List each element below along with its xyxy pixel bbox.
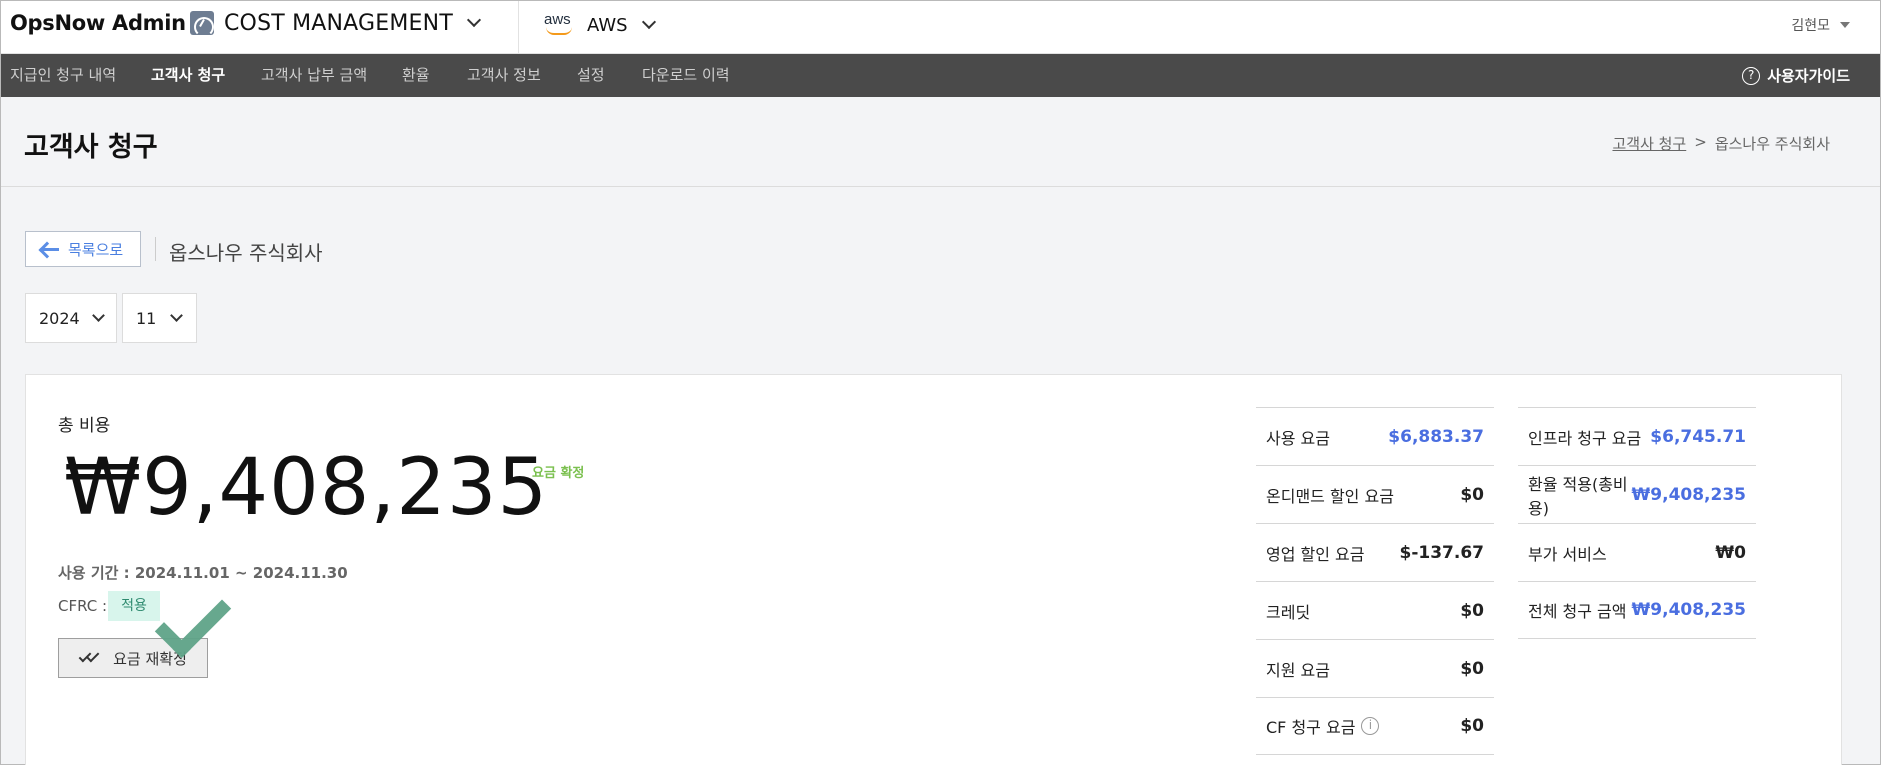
- arrow-left-icon: [40, 241, 60, 257]
- divider: [155, 237, 156, 261]
- fee-row: 사용 요금 $6,883.37: [1256, 407, 1494, 465]
- fee-label: 지원 요금: [1266, 660, 1330, 680]
- info-icon[interactable]: i: [1361, 717, 1380, 735]
- cloud-selector[interactable]: aws AWS: [543, 11, 656, 39]
- fee-value: $-137.67: [1399, 542, 1485, 563]
- fee-row: 인프라 청구 요금 $6,745.71: [1518, 407, 1756, 465]
- fee-value: $6,745.71: [1650, 426, 1746, 447]
- chevron-down-icon: [466, 12, 482, 28]
- fee-label: CF 청구 요금 i: [1266, 714, 1380, 738]
- month-select[interactable]: 11: [122, 293, 197, 343]
- user-menu[interactable]: 김현모: [1791, 15, 1850, 35]
- billing-summary-panel: 총 비용 ₩9,408,235 요금 확정 사용 기간 : 2024.11.01…: [25, 374, 1842, 765]
- cfrc-status-badge: 적용: [108, 591, 160, 621]
- nav-item-customer-billing[interactable]: 고객사 청구: [151, 54, 225, 97]
- cloud-label: AWS: [587, 14, 628, 36]
- page-title: 고객사 청구: [24, 132, 158, 163]
- product-label: COST MANAGEMENT: [224, 10, 453, 36]
- fee-row: 영업 할인 요금 $-137.67: [1256, 523, 1494, 581]
- top-header: OpsNow Admin COST MANAGEMENT aws AWS 김현모: [1, 1, 1880, 54]
- fee-row: 부가 서비스 ₩0: [1518, 523, 1756, 581]
- fee-label: 크레딧: [1266, 602, 1311, 622]
- fee-value: $0: [1460, 658, 1484, 679]
- fee-table-billing: 인프라 청구 요금 $6,745.71 환율 적용(총비용) ₩9,408,23…: [1518, 407, 1756, 639]
- fee-row: 환율 적용(총비용) ₩9,408,235: [1518, 465, 1756, 523]
- month-value: 11: [136, 308, 157, 328]
- fee-table-usage: 사용 요금 $6,883.37 온디맨드 할인 요금 $0 영업 할인 요금 $…: [1256, 407, 1494, 755]
- nav-item-download-history[interactable]: 다운로드 이력: [642, 54, 730, 97]
- chevron-down-icon: [92, 309, 105, 322]
- fee-value: ₩9,408,235: [1631, 600, 1746, 620]
- nav-item-customer-info[interactable]: 고객사 정보: [467, 54, 541, 97]
- total-cost-amount: ₩9,408,235: [64, 443, 549, 533]
- usage-period: 사용 기간 : 2024.11.01 ~ 2024.11.30: [58, 564, 348, 582]
- nav-item-customer-payment[interactable]: 고객사 납부 금액: [261, 54, 367, 97]
- back-to-list-button[interactable]: 목록으로: [25, 231, 141, 267]
- aws-logo-icon: aws: [543, 11, 577, 39]
- year-select[interactable]: 2024: [25, 293, 117, 343]
- billing-status-badge: 요금 확정: [532, 466, 585, 481]
- breadcrumb: 고객사 청구 > 옵스나우 주식회사: [1612, 133, 1830, 154]
- fee-value: ₩0: [1715, 542, 1746, 563]
- gauge-icon: [190, 11, 214, 37]
- fee-row: 크레딧 $0: [1256, 581, 1494, 639]
- brand-logo[interactable]: OpsNow Admin: [10, 11, 186, 35]
- company-name: 옵스나우 주식회사: [169, 241, 323, 265]
- product-selector[interactable]: COST MANAGEMENT: [190, 10, 482, 37]
- chevron-down-icon: [641, 14, 656, 30]
- chevron-down-icon: [170, 309, 183, 322]
- caret-down-icon: [1840, 22, 1850, 28]
- fee-value: $0: [1460, 600, 1484, 621]
- fee-label: 인프라 청구 요금: [1528, 428, 1642, 448]
- nav-item-settings[interactable]: 설정: [577, 54, 605, 97]
- header-divider: [518, 1, 519, 54]
- total-cost-label: 총 비용: [58, 416, 111, 436]
- fee-label: 환율 적용(총비용): [1528, 474, 1628, 518]
- page-header: 고객사 청구 고객사 청구 > 옵스나우 주식회사: [1, 97, 1880, 187]
- breadcrumb-separator: >: [1694, 133, 1707, 151]
- fee-label: 전체 청구 금액: [1528, 602, 1627, 621]
- user-guide-link[interactable]: ? 사용자가이드: [1742, 54, 1850, 97]
- back-label: 목록으로: [68, 240, 124, 259]
- fee-label: 영업 할인 요금: [1266, 544, 1365, 564]
- nav-item-exchange-rate[interactable]: 환율: [402, 54, 430, 97]
- fee-row: 전체 청구 금액 ₩9,408,235: [1518, 581, 1756, 639]
- cfrc-label: CFRC :: [58, 597, 108, 615]
- user-name: 김현모: [1791, 18, 1830, 34]
- nav-item-payer-billing[interactable]: 지급인 청구 내역: [10, 54, 116, 97]
- fee-row: 지원 요금 $0: [1256, 639, 1494, 697]
- fee-label-text: CF 청구 요금: [1266, 718, 1356, 737]
- fee-label: 부가 서비스: [1528, 544, 1607, 564]
- fee-label: 사용 요금: [1266, 428, 1330, 448]
- fee-value: ₩9,408,235: [1631, 484, 1746, 505]
- fee-value: $0: [1460, 716, 1484, 736]
- breadcrumb-link[interactable]: 고객사 청구: [1612, 133, 1686, 154]
- fee-row: CF 청구 요금 i $0: [1256, 697, 1494, 755]
- fee-label: 온디맨드 할인 요금: [1266, 486, 1394, 506]
- fee-value: $6,883.37: [1388, 426, 1484, 447]
- fee-value: $0: [1460, 484, 1484, 505]
- double-check-icon: [78, 649, 105, 665]
- year-value: 2024: [39, 308, 80, 328]
- main-nav: 지급인 청구 내역 고객사 청구 고객사 납부 금액 환율 고객사 정보 설정 …: [1, 54, 1880, 97]
- user-guide-label: 사용자가이드: [1767, 67, 1850, 85]
- fee-row: 온디맨드 할인 요금 $0: [1256, 465, 1494, 523]
- help-icon: ?: [1742, 66, 1761, 85]
- breadcrumb-current: 옵스나우 주식회사: [1714, 135, 1830, 153]
